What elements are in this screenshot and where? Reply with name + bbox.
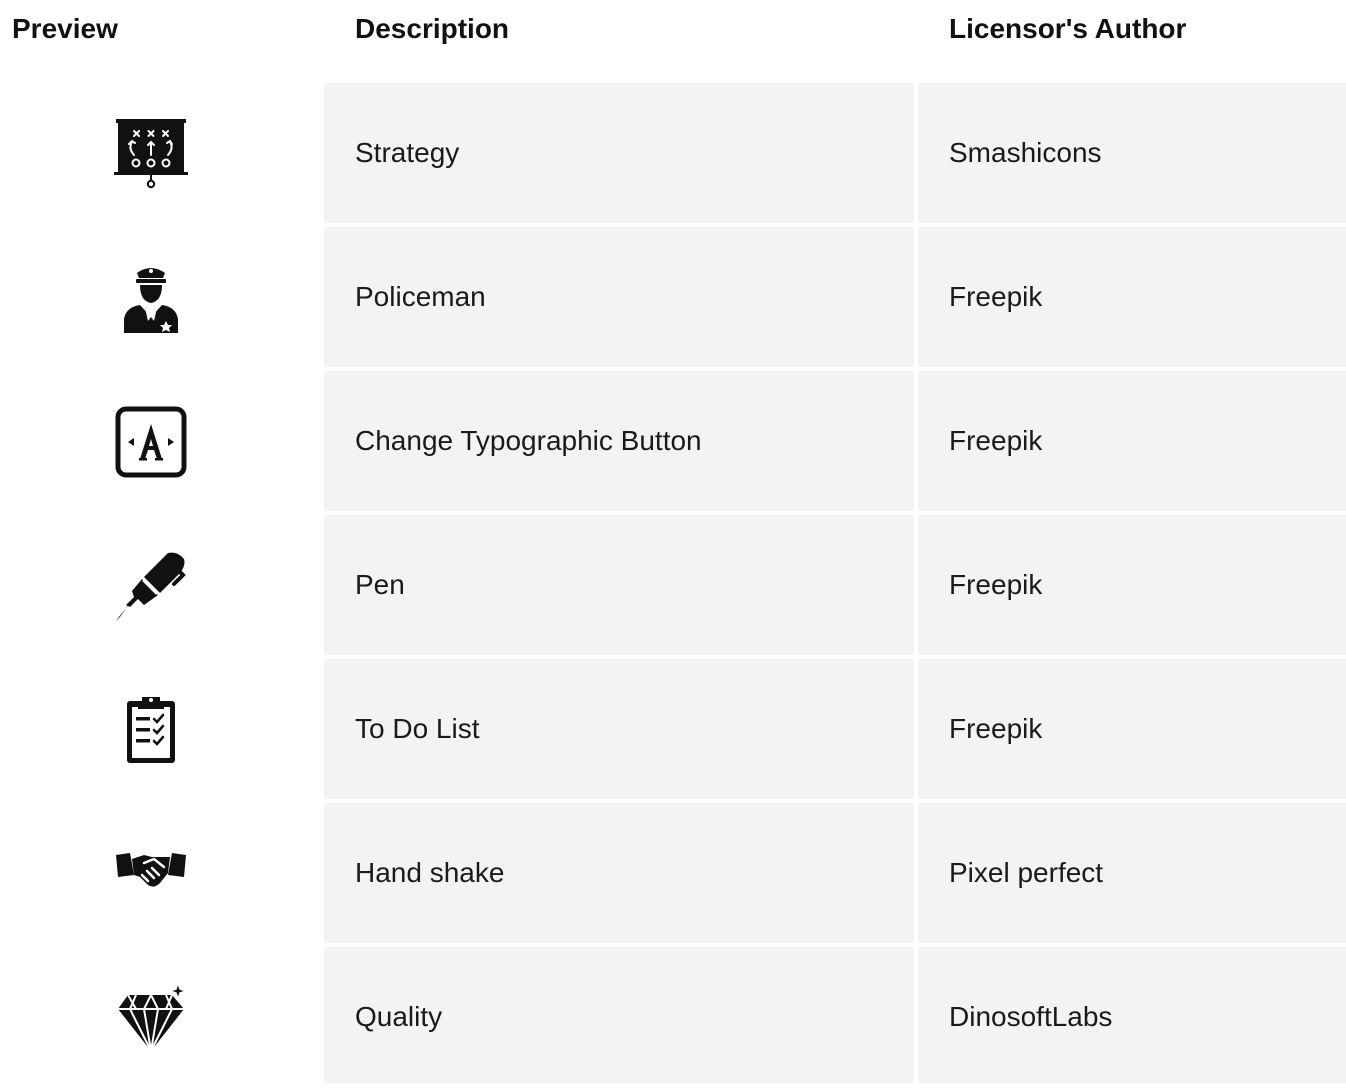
pen-icon: [114, 549, 188, 623]
table-row: Policeman Freepik: [0, 227, 1346, 367]
icon-license-table: Strategy Smashicons Policeman Freepik Ch…: [0, 83, 1346, 1091]
table-row: Pen Freepik: [0, 515, 1346, 655]
description-text: To Do List: [355, 713, 480, 744]
description-text: Policeman: [355, 281, 486, 312]
description-text: Change Typographic Button: [355, 425, 702, 456]
author-text: Freepik: [949, 425, 1043, 456]
author-cell: Freepik: [918, 659, 1346, 799]
description-cell: Policeman: [324, 227, 914, 367]
description-cell: Hand shake: [324, 803, 914, 943]
column-header-preview: Preview: [12, 13, 118, 44]
author-cell: Freepik: [918, 515, 1346, 655]
description-cell: Strategy: [324, 83, 914, 223]
preview-cell: [0, 803, 324, 943]
table-row: Change Typographic Button Freepik: [0, 371, 1346, 511]
table-row: Quality DinosoftLabs: [0, 947, 1346, 1087]
to-do-list-icon: [114, 693, 188, 767]
author-cell: Freepik: [918, 371, 1346, 511]
strategy-board-icon: [114, 117, 188, 191]
preview-cell: [0, 227, 324, 367]
table-row: To Do List Freepik: [0, 659, 1346, 799]
column-header-author: Licensor's Author: [949, 13, 1187, 44]
author-text: Freepik: [949, 569, 1043, 600]
preview-cell: [0, 947, 324, 1087]
description-text: Pen: [355, 569, 405, 600]
policeman-icon: [114, 261, 188, 335]
description-cell: Pen: [324, 515, 914, 655]
author-cell: Pixel perfect: [918, 803, 1346, 943]
author-text: Smashicons: [949, 137, 1102, 168]
preview-cell: [0, 83, 324, 223]
column-header-description: Description: [355, 13, 510, 44]
author-text: DinosoftLabs: [949, 1001, 1113, 1032]
author-text: Freepik: [949, 281, 1043, 312]
author-cell: Freepik: [918, 227, 1346, 367]
preview-cell: [0, 371, 324, 511]
change-typographic-button-icon: [114, 405, 188, 479]
preview-cell: [0, 659, 324, 799]
description-text: Hand shake: [355, 857, 505, 888]
description-cell: Quality: [324, 947, 914, 1083]
description-text: Strategy: [355, 137, 460, 168]
hand-shake-icon: [114, 837, 188, 911]
description-text: Quality: [355, 1001, 443, 1032]
quality-diamond-icon: [114, 981, 188, 1055]
description-cell: Change Typographic Button: [324, 371, 914, 511]
author-text: Freepik: [949, 713, 1043, 744]
table-row: Hand shake Pixel perfect: [0, 803, 1346, 943]
author-cell: DinosoftLabs: [918, 947, 1346, 1083]
author-text: Pixel perfect: [949, 857, 1104, 888]
table-row: Strategy Smashicons: [0, 83, 1346, 223]
author-cell: Smashicons: [918, 83, 1346, 223]
table-header: Preview Description Licensor's Author: [0, 0, 1346, 60]
preview-cell: [0, 515, 324, 655]
description-cell: To Do List: [324, 659, 914, 799]
